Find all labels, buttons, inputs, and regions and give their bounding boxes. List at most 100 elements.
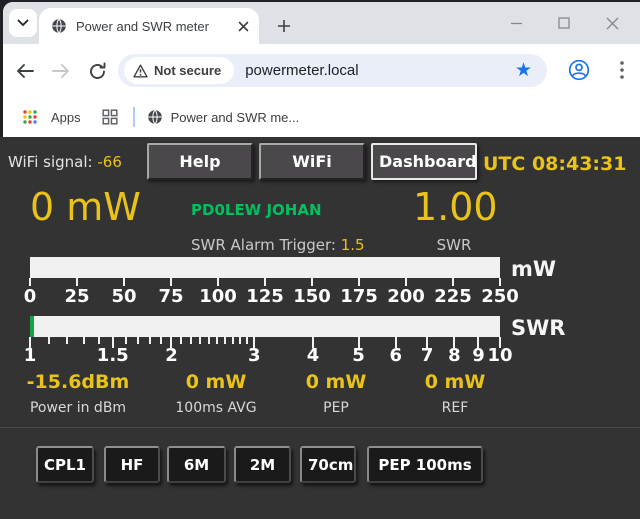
swr-alarm-label: SWR Alarm Trigger: xyxy=(191,236,336,254)
tick-mark xyxy=(125,337,127,344)
close-icon xyxy=(238,21,249,32)
bookmark-item[interactable]: Power and SWR me... xyxy=(171,110,300,125)
swr-readout-caption: SWR xyxy=(413,236,495,254)
plus-icon xyxy=(277,19,291,33)
band-button-pep-100ms[interactable]: PEP 100ms xyxy=(367,446,483,483)
band-button-cpl1[interactable]: CPL1 xyxy=(36,446,94,483)
tab-strip: Power and SWR meter xyxy=(3,2,640,44)
bookmarks-separator xyxy=(133,107,135,127)
scale-label: 100 xyxy=(199,286,237,307)
tick-mark xyxy=(499,278,501,286)
swr-alarm-trigger: SWR Alarm Trigger: 1.5 xyxy=(191,236,365,254)
power-gauge-bar xyxy=(30,257,500,278)
power-readout: 0 mW xyxy=(30,188,141,226)
nav-button-dashboard[interactable]: Dashboard xyxy=(371,143,477,180)
tick-mark xyxy=(405,278,407,286)
reload-button[interactable] xyxy=(84,58,110,84)
scale-label: 50 xyxy=(111,286,136,307)
tick-mark xyxy=(199,337,201,344)
stat-label: Power in dBm xyxy=(8,400,148,416)
apps-label[interactable]: Apps xyxy=(51,110,81,125)
tick-mark xyxy=(208,337,210,344)
scale-label: 0 xyxy=(24,286,37,307)
scale-label: 200 xyxy=(387,286,425,307)
band-button-70cm[interactable]: 70cm xyxy=(300,446,356,483)
globe-favicon-icon xyxy=(51,18,67,34)
browser-tab[interactable]: Power and SWR meter xyxy=(39,8,259,44)
globe-favicon-icon xyxy=(147,109,163,125)
tick-mark xyxy=(264,278,266,286)
apps-grid-button[interactable] xyxy=(17,104,43,130)
power-meter-page: WiFi signal: -66 HelpWiFiDashboard UTC 0… xyxy=(0,137,640,519)
swr-alarm-value: 1.5 xyxy=(341,236,365,254)
reload-icon xyxy=(88,62,107,81)
back-button[interactable] xyxy=(12,58,38,84)
nav-button-wifi[interactable]: WiFi xyxy=(259,143,365,180)
scale-label: 7 xyxy=(421,345,434,366)
tick-mark xyxy=(137,337,139,344)
tick-mark xyxy=(98,337,100,344)
tab-close-button[interactable] xyxy=(236,19,251,34)
tick-mark xyxy=(217,278,219,286)
stat-label: 100ms AVG xyxy=(146,400,286,416)
tick-mark xyxy=(358,278,360,286)
tick-mark xyxy=(224,337,226,344)
tick-mark xyxy=(232,337,234,344)
tab-search-button[interactable] xyxy=(9,9,37,37)
stat-value: -15.6dBm xyxy=(8,371,148,393)
utc-clock: UTC 08:43:31 xyxy=(483,153,626,175)
apps-grid-icon xyxy=(22,109,38,125)
forward-arrow-icon xyxy=(51,63,71,79)
callsign-text: PD0LEW JOHAN xyxy=(191,201,322,219)
tick-mark xyxy=(216,337,218,344)
new-tab-button[interactable] xyxy=(269,11,299,41)
tick-mark xyxy=(76,278,78,286)
wifi-signal-value: -66 xyxy=(97,153,122,171)
maximize-icon xyxy=(558,17,570,29)
close-window-button[interactable] xyxy=(588,6,636,40)
tick-mark xyxy=(123,278,125,286)
bookmark-star-icon[interactable]: ★ xyxy=(515,61,532,80)
band-button-hf[interactable]: HF xyxy=(104,446,160,483)
reading-list-button[interactable] xyxy=(97,104,123,130)
tab-title: Power and SWR meter xyxy=(76,19,236,34)
scale-label: 2 xyxy=(165,345,178,366)
band-button-2m[interactable]: 2M xyxy=(234,446,291,483)
divider xyxy=(0,427,640,428)
stat-value: 0 mW xyxy=(146,371,286,393)
scale-label: 6 xyxy=(389,345,402,366)
scale-label: 250 xyxy=(481,286,519,307)
band-button-6m[interactable]: 6M xyxy=(167,446,226,483)
nav-button-help[interactable]: Help xyxy=(147,143,253,180)
tick-mark xyxy=(149,337,151,344)
url-text: powermeter.local xyxy=(245,62,358,79)
security-label: Not secure xyxy=(154,63,221,78)
tick-mark xyxy=(246,337,248,344)
tick-mark xyxy=(29,278,31,286)
scale-label: 10 xyxy=(487,345,512,366)
maximize-button[interactable] xyxy=(540,6,588,40)
tick-mark xyxy=(83,337,85,344)
address-bar[interactable]: Not secure powermeter.local ★ xyxy=(118,54,547,87)
scale-label: 25 xyxy=(64,286,89,307)
tick-mark xyxy=(160,337,162,344)
menu-button[interactable] xyxy=(609,57,635,83)
security-chip[interactable]: Not secure xyxy=(124,57,234,84)
scale-label: 75 xyxy=(158,286,183,307)
warning-icon xyxy=(133,64,148,78)
stat-power-in-dbm: -15.6dBm Power in dBm xyxy=(8,371,148,416)
tick-mark xyxy=(239,337,241,344)
profile-icon xyxy=(567,58,591,82)
minimize-button[interactable] xyxy=(492,6,540,40)
wifi-signal: WiFi signal: -66 xyxy=(8,153,122,171)
forward-button[interactable] xyxy=(48,58,74,84)
profile-button[interactable] xyxy=(566,57,592,83)
back-arrow-icon xyxy=(15,63,35,79)
scale-label: 225 xyxy=(434,286,472,307)
swr-gauge-fill xyxy=(30,316,34,337)
window-controls xyxy=(492,6,636,40)
tick-mark xyxy=(311,278,313,286)
stat-100ms-avg: 0 mW 100ms AVG xyxy=(146,371,286,416)
tick-mark xyxy=(66,337,68,344)
wifi-signal-label: WiFi signal: xyxy=(8,153,93,171)
